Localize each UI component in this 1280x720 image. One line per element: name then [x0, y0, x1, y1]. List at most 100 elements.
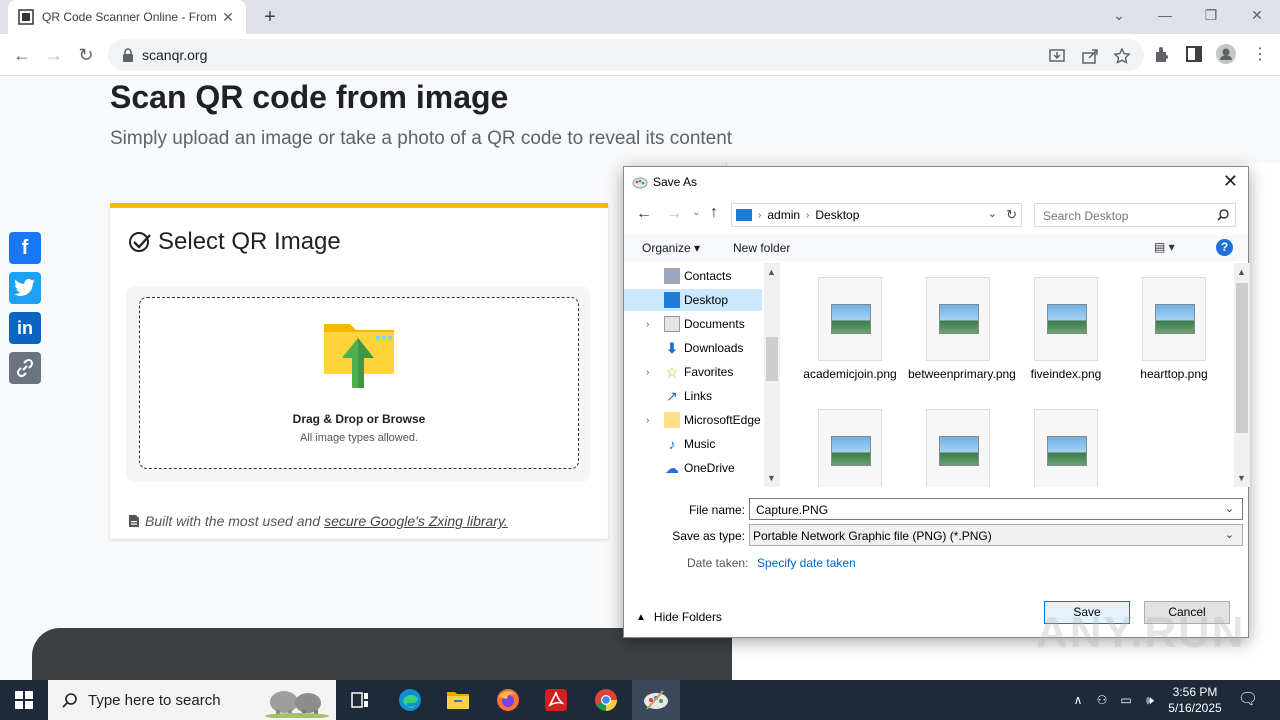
tab-close-icon[interactable]: ✕	[220, 9, 236, 25]
copy-link-button[interactable]	[4, 349, 44, 389]
zxing-link[interactable]: secure Google's Zxing library.	[324, 513, 508, 529]
nav-expander-icon[interactable]: ›	[646, 415, 660, 426]
twitter-icon	[9, 272, 41, 304]
file-name-input[interactable]: Capture.PNG ⌄	[749, 498, 1243, 520]
scroll-up-icon[interactable]: ▲	[767, 267, 776, 277]
new-folder-button[interactable]: New folder	[733, 241, 790, 255]
specify-date-link[interactable]: Specify date taken	[757, 556, 856, 570]
acrobat-taskbar-button[interactable]	[532, 680, 580, 720]
nav-item-music[interactable]: ♪ Music	[624, 433, 762, 455]
dialog-path-bar[interactable]: › admin › Desktop ⌄ ↻	[731, 203, 1022, 227]
install-icon[interactable]	[1048, 47, 1066, 65]
path-segment-desktop[interactable]: Desktop	[815, 208, 859, 222]
path-separator-icon: ›	[806, 209, 810, 221]
scroll-thumb[interactable]	[766, 337, 778, 381]
start-button[interactable]	[0, 680, 48, 720]
taskbar-search-box[interactable]: Type here to search	[48, 680, 336, 720]
nav-item-links[interactable]: ↗ Links	[624, 385, 762, 407]
file-item[interactable]	[1016, 409, 1116, 487]
dialog-search-input[interactable]: Search Desktop	[1034, 203, 1236, 227]
nav-item-microsoftedge[interactable]: › MicrosoftEdge	[624, 409, 762, 431]
forward-button[interactable]: →	[42, 43, 66, 67]
close-window-button[interactable]: ✕	[1234, 0, 1280, 30]
nav-item-desktop[interactable]: Desktop	[624, 289, 762, 311]
scroll-down-icon[interactable]: ▼	[767, 473, 776, 483]
chrome-taskbar-button[interactable]	[582, 680, 630, 720]
linkedin-icon: in	[9, 312, 41, 344]
tab-qr-scanner[interactable]: QR Code Scanner Online - From ✕	[8, 0, 246, 34]
chevron-down-icon[interactable]: ⌄	[1225, 528, 1234, 541]
share-icon[interactable]	[1081, 47, 1099, 65]
nav-item-contacts[interactable]: Contacts	[624, 265, 762, 287]
task-view-button[interactable]	[336, 680, 384, 720]
nav-pane-scrollbar[interactable]: ▲ ▼	[764, 263, 780, 487]
linkedin-share-button[interactable]: in	[4, 309, 44, 349]
dialog-back-icon[interactable]: ←	[636, 205, 652, 223]
nav-item-label: Music	[684, 437, 716, 451]
file-explorer-taskbar-button[interactable]	[434, 680, 482, 720]
restore-button[interactable]: ❐	[1188, 0, 1234, 30]
facebook-share-button[interactable]: f	[4, 229, 44, 269]
show-hidden-icons-icon[interactable]: ∧	[1068, 690, 1088, 710]
reload-button[interactable]: ↻	[74, 43, 98, 67]
nav-expander-icon[interactable]: ›	[646, 319, 660, 330]
organize-button[interactable]: Organize ▾	[642, 241, 700, 255]
menu-kebab-icon[interactable]: ⋮	[1248, 43, 1272, 67]
nav-expander-icon[interactable]: ›	[646, 367, 660, 378]
downloads-icon: ⬇	[666, 340, 678, 356]
chevron-down-icon[interactable]: ⌄	[1225, 502, 1234, 515]
paint-app-icon	[632, 177, 648, 189]
tab-search-icon[interactable]: ⌄	[1096, 0, 1142, 30]
system-clock[interactable]: 3:56 PM 5/16/2025	[1166, 684, 1224, 716]
scroll-down-icon[interactable]: ▼	[1237, 473, 1246, 483]
file-item[interactable]: fiveindex.png	[1016, 277, 1116, 381]
dialog-forward-icon[interactable]: →	[666, 205, 682, 223]
notifications-icon[interactable]: 🗨	[1236, 690, 1260, 710]
back-button[interactable]: ←	[10, 43, 34, 67]
path-dropdown-icon[interactable]: ⌄	[988, 207, 997, 220]
hide-folders-button[interactable]: ▲ Hide Folders	[636, 610, 722, 624]
profile-avatar-icon[interactable]	[1216, 44, 1236, 64]
recent-locations-icon[interactable]: ⌄	[692, 207, 700, 218]
save-type-select[interactable]: Portable Network Graphic file (PNG) (*.P…	[749, 524, 1243, 546]
refresh-icon[interactable]: ↻	[1006, 207, 1017, 223]
network-icon[interactable]: ▭	[1116, 690, 1136, 710]
scroll-thumb[interactable]	[1236, 283, 1248, 433]
twitter-share-button[interactable]	[4, 269, 44, 309]
image-file-icon	[818, 277, 882, 361]
help-icon[interactable]: ?	[1216, 239, 1233, 256]
nav-item-documents[interactable]: › Documents	[624, 313, 762, 335]
paint-taskbar-button[interactable]	[632, 680, 680, 720]
drop-zone[interactable]: Drag & Drop or Browse All image types al…	[139, 297, 579, 469]
nav-item-label: MicrosoftEdge	[684, 413, 761, 427]
firefox-taskbar-button[interactable]	[484, 680, 532, 720]
volume-icon[interactable]: 🕪	[1140, 690, 1160, 710]
view-options-icon[interactable]: ▤ ▾	[1154, 240, 1175, 254]
address-bar[interactable]: scanqr.org	[108, 39, 1144, 71]
extensions-icon[interactable]	[1152, 44, 1172, 64]
edge-taskbar-button[interactable]	[386, 680, 434, 720]
acrobat-icon	[545, 689, 567, 711]
desktop-location-icon	[736, 209, 752, 221]
file-item[interactable]	[800, 409, 900, 487]
meet-now-icon[interactable]: ⚇	[1092, 690, 1112, 710]
new-tab-button[interactable]: +	[258, 6, 282, 28]
up-folder-icon[interactable]: ↑	[710, 204, 718, 222]
minimize-button[interactable]: —	[1142, 0, 1188, 30]
path-segment-admin[interactable]: admin	[767, 208, 800, 222]
image-file-icon	[926, 409, 990, 487]
file-item[interactable]	[908, 409, 1008, 487]
file-item[interactable]: betweenprimary.png	[908, 277, 1016, 381]
image-file-icon	[818, 409, 882, 487]
side-panel-icon[interactable]	[1184, 44, 1204, 64]
dialog-close-icon[interactable]: ✕	[1223, 171, 1238, 192]
file-item[interactable]: hearttop.png	[1124, 277, 1224, 381]
scroll-up-icon[interactable]: ▲	[1237, 267, 1246, 277]
nav-item-favorites[interactable]: › ☆ Favorites	[624, 361, 762, 383]
nav-item-onedrive[interactable]: ☁ OneDrive	[624, 457, 762, 479]
file-list-scrollbar[interactable]: ▲ ▼	[1234, 263, 1250, 487]
drop-zone-hint: All image types allowed.	[299, 432, 418, 444]
nav-item-downloads[interactable]: ⬇ Downloads	[624, 337, 762, 359]
bookmark-star-icon[interactable]	[1113, 47, 1131, 65]
file-item[interactable]: academicjoin.png	[800, 277, 900, 381]
